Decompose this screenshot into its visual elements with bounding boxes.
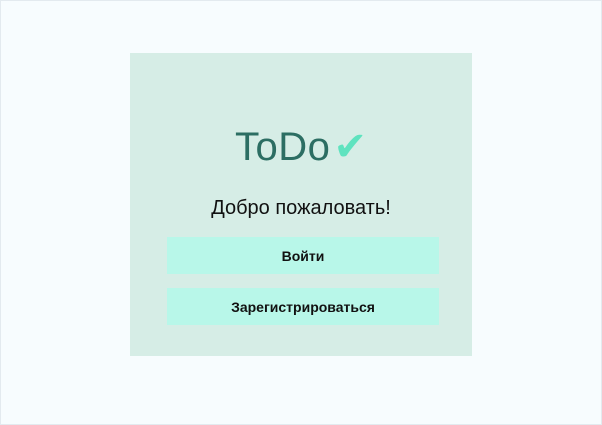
welcome-card: ToDo ✔ Добро пожаловать! Войти Зарегистр… bbox=[130, 53, 472, 356]
logo-text: ToDo bbox=[235, 125, 331, 169]
login-button[interactable]: Войти bbox=[167, 237, 439, 274]
check-icon: ✔ bbox=[333, 124, 367, 170]
welcome-title: Добро пожаловать! bbox=[211, 197, 391, 219]
register-button[interactable]: Зарегистрироваться bbox=[167, 288, 439, 325]
page-frame: ToDo ✔ Добро пожаловать! Войти Зарегистр… bbox=[0, 0, 602, 425]
app-logo: ToDo ✔ bbox=[130, 127, 472, 167]
